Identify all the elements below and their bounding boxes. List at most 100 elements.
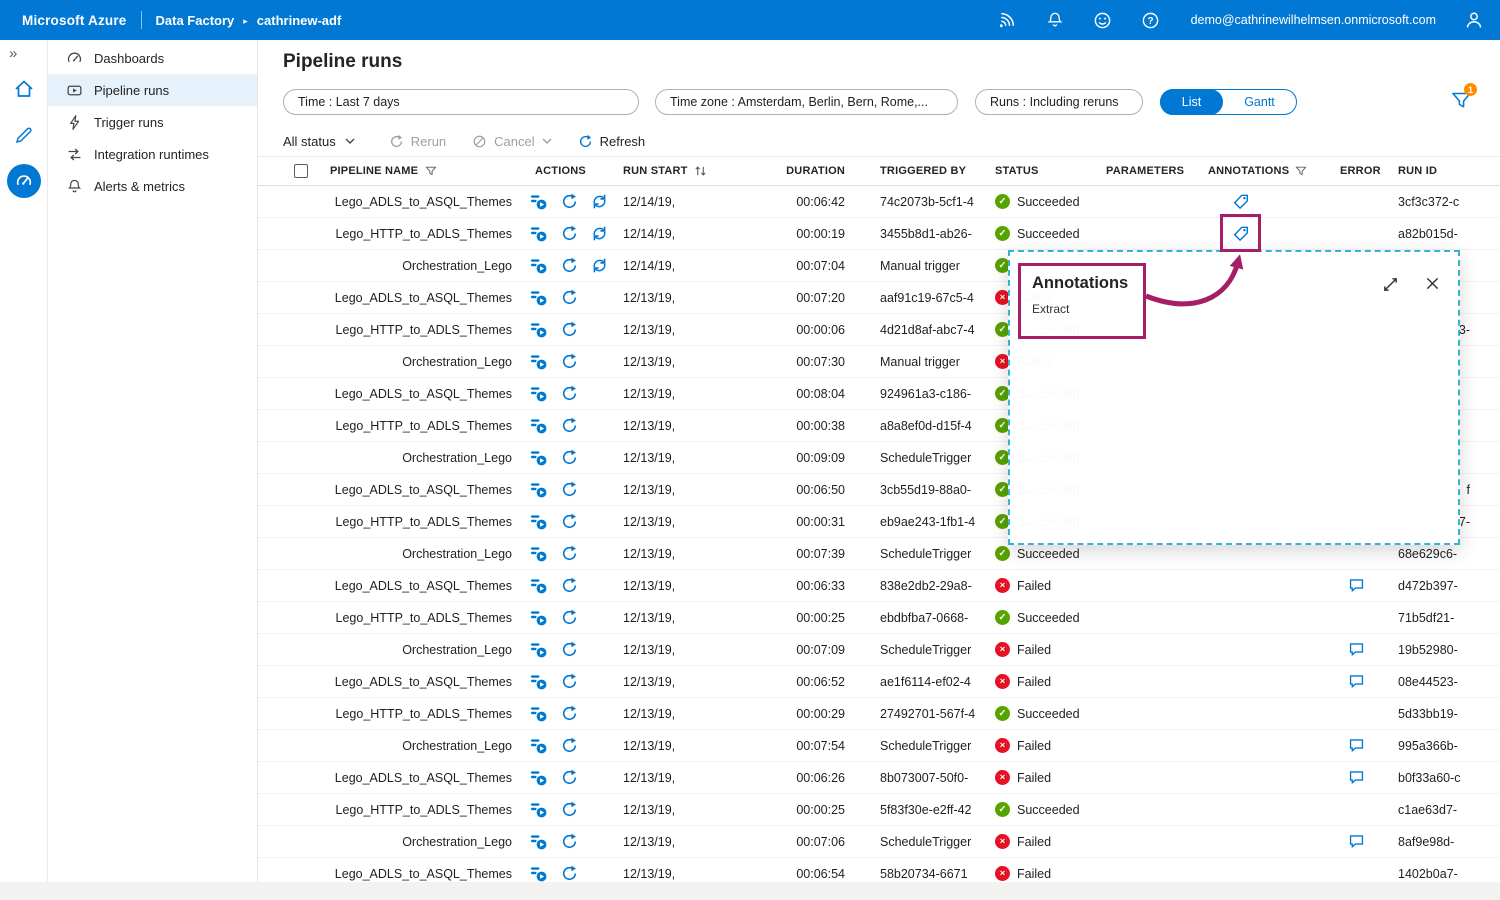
view-activity-runs-icon[interactable] — [529, 512, 548, 531]
help-icon[interactable]: ? — [1141, 10, 1161, 30]
pipeline-name-link[interactable]: Orchestration_Lego — [320, 643, 516, 657]
view-activity-runs-icon[interactable] — [529, 544, 548, 563]
pipeline-name-link[interactable]: Orchestration_Lego — [320, 355, 516, 369]
popup-expand-icon[interactable] — [1382, 276, 1399, 293]
pipeline-name-link[interactable]: Lego_ADLS_to_ASQL_Themes — [320, 387, 516, 401]
pipeline-name-link[interactable]: Lego_HTTP_to_ADLS_Themes — [320, 323, 516, 337]
table-row[interactable]: Lego_HTTP_to_ADLS_Themes12/13/19,00:00:2… — [258, 698, 1500, 730]
rerun-icon[interactable] — [561, 385, 578, 402]
rerun-icon[interactable] — [561, 705, 578, 722]
error-message-icon[interactable] — [1348, 737, 1365, 754]
pipeline-name-link[interactable]: Lego_ADLS_to_ASQL_Themes — [320, 867, 516, 881]
table-row[interactable]: Lego_ADLS_to_ASQL_Themes12/13/19,00:06:3… — [258, 570, 1500, 602]
view-activity-runs-icon[interactable] — [529, 672, 548, 691]
runs-filter-pill[interactable]: Runs : Including reruns — [975, 89, 1143, 115]
view-toggle-list[interactable]: List — [1160, 89, 1223, 115]
error-message-icon[interactable] — [1348, 577, 1365, 594]
rerun-icon[interactable] — [561, 673, 578, 690]
pipeline-name-link[interactable]: Lego_ADLS_to_ASQL_Themes — [320, 195, 516, 209]
rerun-icon[interactable] — [561, 257, 578, 274]
table-row[interactable]: Lego_ADLS_to_ASQL_Themes12/13/19,00:06:5… — [258, 666, 1500, 698]
table-row[interactable]: Lego_HTTP_to_ADLS_Themes12/13/19,00:00:2… — [258, 794, 1500, 826]
breadcrumb-instance[interactable]: cathrinew-adf — [257, 13, 342, 28]
sidebar-item-trigger-runs[interactable]: Trigger runs — [48, 106, 257, 138]
table-row[interactable]: Orchestration_Lego12/13/19,00:07:54Sched… — [258, 730, 1500, 762]
view-activity-runs-icon[interactable] — [529, 352, 548, 371]
view-toggle-gantt[interactable]: Gantt — [1223, 95, 1296, 109]
pipeline-name-link[interactable]: Lego_ADLS_to_ASQL_Themes — [320, 291, 516, 305]
pipeline-name-link[interactable]: Lego_HTTP_to_ADLS_Themes — [320, 227, 516, 241]
pipeline-name-link[interactable]: Lego_HTTP_to_ADLS_Themes — [320, 419, 516, 433]
timezone-filter-pill[interactable]: Time zone : Amsterdam, Berlin, Bern, Rom… — [655, 89, 958, 115]
breadcrumb-app[interactable]: Data Factory — [156, 13, 235, 28]
rail-home-button[interactable] — [0, 66, 48, 112]
rerun-icon[interactable] — [561, 481, 578, 498]
popup-close-icon[interactable] — [1425, 276, 1440, 293]
pipeline-name-link[interactable]: Lego_ADLS_to_ASQL_Themes — [320, 675, 516, 689]
table-row[interactable]: Orchestration_Lego12/13/19,00:07:09Sched… — [258, 634, 1500, 666]
rerun-icon[interactable] — [561, 609, 578, 626]
rerun-icon[interactable] — [561, 417, 578, 434]
view-activity-runs-icon[interactable] — [529, 224, 548, 243]
rerun-icon[interactable] — [561, 801, 578, 818]
notifications-bell-icon[interactable] — [1045, 10, 1065, 30]
view-activity-runs-icon[interactable] — [529, 192, 548, 211]
view-activity-runs-icon[interactable] — [529, 704, 548, 723]
select-all-checkbox[interactable] — [294, 164, 308, 178]
sidebar-item-pipeline-runs[interactable]: Pipeline runs — [48, 74, 257, 106]
sidebar-item-dashboards[interactable]: Dashboards — [48, 42, 257, 74]
rerun-icon[interactable] — [561, 513, 578, 530]
pipeline-name-link[interactable]: Orchestration_Lego — [320, 259, 516, 273]
view-activity-runs-icon[interactable] — [529, 288, 548, 307]
pipeline-name-link[interactable]: Lego_HTTP_to_ADLS_Themes — [320, 707, 516, 721]
consumption-icon[interactable] — [591, 225, 608, 242]
pipeline-name-link[interactable]: Lego_HTTP_to_ADLS_Themes — [320, 611, 516, 625]
annotation-tag-icon[interactable] — [1232, 193, 1250, 211]
rerun-icon[interactable] — [561, 225, 578, 242]
view-activity-runs-icon[interactable] — [529, 448, 548, 467]
feedback-smiley-icon[interactable] — [1093, 10, 1113, 30]
table-row[interactable]: Lego_HTTP_to_ADLS_Themes12/14/19,00:00:1… — [258, 218, 1500, 250]
rerun-icon[interactable] — [561, 737, 578, 754]
table-row[interactable]: Lego_ADLS_to_ASQL_Themes12/13/19,00:06:2… — [258, 762, 1500, 794]
signal-icon[interactable] — [997, 10, 1017, 30]
pipeline-name-link[interactable]: Lego_ADLS_to_ASQL_Themes — [320, 771, 516, 785]
consumption-icon[interactable] — [591, 193, 608, 210]
error-message-icon[interactable] — [1348, 833, 1365, 850]
pipeline-name-link[interactable]: Orchestration_Lego — [320, 739, 516, 753]
table-row[interactable]: Orchestration_Lego12/13/19,00:07:06Sched… — [258, 826, 1500, 858]
view-activity-runs-icon[interactable] — [529, 608, 548, 627]
pipeline-name-filter-funnel-icon[interactable] — [425, 166, 437, 177]
view-activity-runs-icon[interactable] — [529, 256, 548, 275]
view-activity-runs-icon[interactable] — [529, 832, 548, 851]
annotations-filter-funnel-icon[interactable] — [1295, 166, 1307, 177]
status-filter-dropdown[interactable]: All status — [283, 134, 355, 149]
rail-monitor-button[interactable] — [0, 158, 48, 204]
run-start-sort-icon[interactable] — [694, 165, 707, 177]
rerun-icon[interactable] — [561, 321, 578, 338]
account-avatar-icon[interactable] — [1464, 10, 1484, 30]
pipeline-name-link[interactable]: Lego_ADLS_to_ASQL_Themes — [320, 579, 516, 593]
rerun-icon[interactable] — [561, 545, 578, 562]
pipeline-name-link[interactable]: Orchestration_Lego — [320, 835, 516, 849]
cancel-button[interactable]: Cancel — [472, 134, 551, 149]
rerun-icon[interactable] — [561, 577, 578, 594]
view-activity-runs-icon[interactable] — [529, 576, 548, 595]
rerun-icon[interactable] — [561, 449, 578, 466]
rerun-icon[interactable] — [561, 769, 578, 786]
error-message-icon[interactable] — [1348, 769, 1365, 786]
rerun-button[interactable]: Rerun — [389, 134, 446, 149]
view-activity-runs-icon[interactable] — [529, 768, 548, 787]
error-message-icon[interactable] — [1348, 641, 1365, 658]
pipeline-name-link[interactable]: Orchestration_Lego — [320, 451, 516, 465]
rail-author-button[interactable] — [0, 112, 48, 158]
view-activity-runs-icon[interactable] — [529, 640, 548, 659]
refresh-button[interactable]: Refresh — [578, 134, 646, 149]
rerun-icon[interactable] — [561, 865, 578, 882]
pipeline-name-link[interactable]: Lego_HTTP_to_ADLS_Themes — [320, 515, 516, 529]
view-activity-runs-icon[interactable] — [529, 320, 548, 339]
view-activity-runs-icon[interactable] — [529, 736, 548, 755]
view-activity-runs-icon[interactable] — [529, 864, 548, 883]
pipeline-name-link[interactable]: Orchestration_Lego — [320, 547, 516, 561]
time-filter-pill[interactable]: Time : Last 7 days — [283, 89, 639, 115]
